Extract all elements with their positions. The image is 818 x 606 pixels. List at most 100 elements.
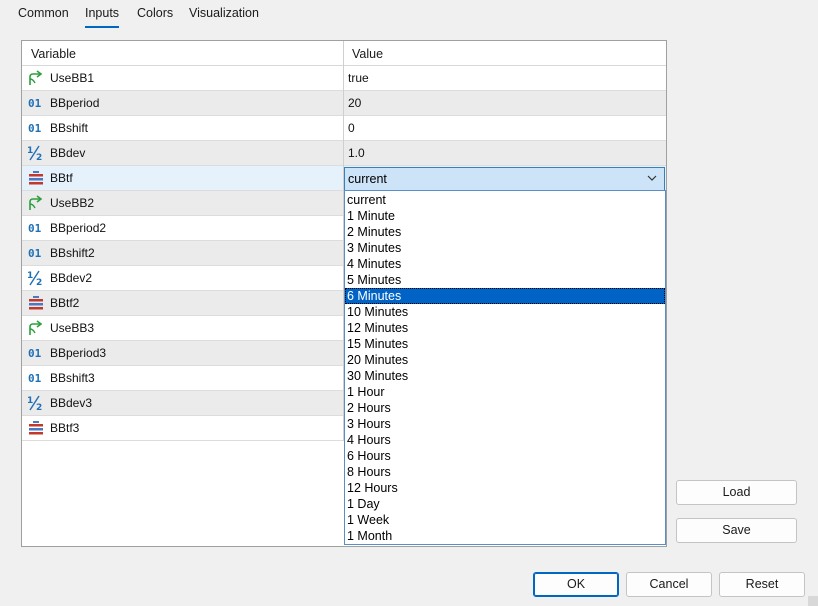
variable-name: BBdev2	[50, 271, 93, 285]
value-cell[interactable]: 20	[344, 91, 666, 115]
tab-visualization[interactable]: Visualization	[189, 6, 259, 28]
dropdown-option[interactable]: 15 Minutes	[345, 336, 665, 352]
variable-value: 1.0	[348, 146, 365, 160]
fraction-icon: 12	[27, 145, 45, 163]
bool-arrow-icon	[27, 195, 45, 211]
value-cell[interactable]: 1.0	[344, 141, 666, 165]
cancel-button[interactable]: Cancel	[626, 572, 712, 597]
tab-colors[interactable]: Colors	[137, 6, 173, 28]
dropdown-option[interactable]: 4 Minutes	[345, 256, 665, 272]
variable-cell[interactable]: 1 2 BBdev	[22, 141, 343, 165]
header-value[interactable]: Value	[352, 41, 383, 66]
tab-inputs[interactable]: Inputs	[85, 6, 120, 28]
dropdown-option[interactable]: 3 Hours	[345, 416, 665, 432]
dropdown-option[interactable]: 5 Minutes	[345, 272, 665, 288]
variable-cell[interactable]: BBtf	[22, 166, 343, 190]
svg-text:2: 2	[36, 153, 42, 161]
variable-value: true	[348, 71, 369, 85]
svg-text:1: 1	[27, 396, 33, 406]
variable-name: UseBB1	[50, 71, 95, 85]
variable-name: BBdev3	[50, 396, 93, 410]
enum-icon	[27, 420, 45, 436]
integer-icon: 01	[27, 120, 45, 136]
integer-icon: 01	[27, 345, 45, 361]
dropdown-option[interactable]: 2 Minutes	[345, 224, 665, 240]
variable-cell[interactable]: 01 BBperiod	[22, 91, 343, 115]
enum-icon	[27, 170, 45, 186]
variable-cell[interactable]: UseBB1	[22, 66, 343, 90]
enum-icon	[27, 295, 45, 311]
table-row[interactable]: 01 BBperiod 20	[22, 91, 666, 116]
variable-name: BBtf3	[50, 421, 80, 435]
dropdown-option[interactable]: 3 Minutes	[345, 240, 665, 256]
tab-bar: Common Inputs Colors Visualization	[0, 0, 818, 28]
variable-name: BBperiod3	[50, 346, 107, 360]
dropdown-option[interactable]: 4 Hours	[345, 432, 665, 448]
dropdown-option[interactable]: 1 Hour	[345, 384, 665, 400]
variable-cell[interactable]: 01 BBperiod3	[22, 341, 343, 365]
dropdown-option[interactable]: 6 Hours	[345, 448, 665, 464]
variable-name: BBtf2	[50, 296, 80, 310]
chevron-down-icon	[647, 175, 657, 181]
variable-name: BBtf	[50, 171, 73, 185]
variable-name: BBshift3	[50, 371, 95, 385]
integer-icon: 01	[27, 220, 45, 236]
variable-name: BBshift	[50, 121, 89, 135]
dropdown-option[interactable]: 10 Minutes	[345, 304, 665, 320]
dropdown-option[interactable]: 12 Hours	[345, 480, 665, 496]
svg-text:01: 01	[28, 97, 42, 110]
variable-name: UseBB2	[50, 196, 95, 210]
table-row[interactable]: UseBB1 true	[22, 66, 666, 91]
dropdown-option[interactable]: 30 Minutes	[345, 368, 665, 384]
reset-button[interactable]: Reset	[719, 572, 805, 597]
value-cell[interactable]: 0	[344, 116, 666, 140]
svg-text:01: 01	[28, 372, 42, 385]
dropdown-option[interactable]: 1 Day	[345, 496, 665, 512]
variable-cell[interactable]: BBtf2	[22, 291, 343, 315]
fraction-icon: 12	[27, 395, 45, 413]
resize-grip[interactable]	[808, 596, 818, 606]
dropdown-option[interactable]: 12 Minutes	[345, 320, 665, 336]
dropdown-option[interactable]: 2 Hours	[345, 400, 665, 416]
variable-cell[interactable]: 1 2 BBdev3	[22, 391, 343, 415]
bool-arrow-icon	[27, 70, 45, 86]
svg-text:2: 2	[36, 278, 42, 286]
variable-cell[interactable]: 01 BBshift2	[22, 241, 343, 265]
dropdown-option[interactable]: current	[345, 192, 665, 208]
integer-icon: 01	[27, 370, 45, 386]
header-variable[interactable]: Variable	[31, 41, 76, 66]
variable-value: 0	[348, 121, 355, 135]
combo-value: current	[348, 172, 387, 186]
variable-cell[interactable]: UseBB3	[22, 316, 343, 340]
variable-name: BBshift2	[50, 246, 95, 260]
table-row[interactable]: 01 BBshift 0	[22, 116, 666, 141]
table-row[interactable]: 1 2 BBdev 1.0	[22, 141, 666, 166]
svg-text:2: 2	[36, 403, 42, 411]
variable-cell[interactable]: 01 BBshift	[22, 116, 343, 140]
dropdown-option[interactable]: 20 Minutes	[345, 352, 665, 368]
ok-button[interactable]: OK	[533, 572, 619, 597]
variable-cell[interactable]: 1 2 BBdev2	[22, 266, 343, 290]
value-cell[interactable]: true	[344, 66, 666, 90]
variable-cell[interactable]: 01 BBshift3	[22, 366, 343, 390]
dropdown-option[interactable]: 6 Minutes	[345, 288, 665, 304]
bool-arrow-icon	[27, 320, 45, 336]
dropdown-option[interactable]: 1 Week	[345, 512, 665, 528]
variable-cell[interactable]: 01 BBperiod2	[22, 216, 343, 240]
variable-cell[interactable]: BBtf3	[22, 416, 343, 440]
load-button[interactable]: Load	[676, 480, 797, 505]
timeframe-combo[interactable]: current	[344, 167, 665, 191]
timeframe-dropdown-list[interactable]: current 1 Minute 2 Minutes 3 Minutes 4 Minut…	[344, 190, 666, 545]
dropdown-option[interactable]: 1 Minute	[345, 208, 665, 224]
tab-common[interactable]: Common	[18, 6, 69, 28]
save-button[interactable]: Save	[676, 518, 797, 543]
variable-cell[interactable]: UseBB2	[22, 191, 343, 215]
dropdown-option[interactable]: 8 Hours	[345, 464, 665, 480]
variable-name: BBperiod2	[50, 221, 107, 235]
dropdown-option[interactable]: 1 Month	[345, 528, 665, 544]
variable-value: 20	[348, 96, 362, 110]
variable-name: BBdev	[50, 146, 86, 160]
svg-text:01: 01	[28, 247, 42, 260]
svg-text:01: 01	[28, 347, 42, 360]
fraction-icon: 12	[27, 270, 45, 288]
